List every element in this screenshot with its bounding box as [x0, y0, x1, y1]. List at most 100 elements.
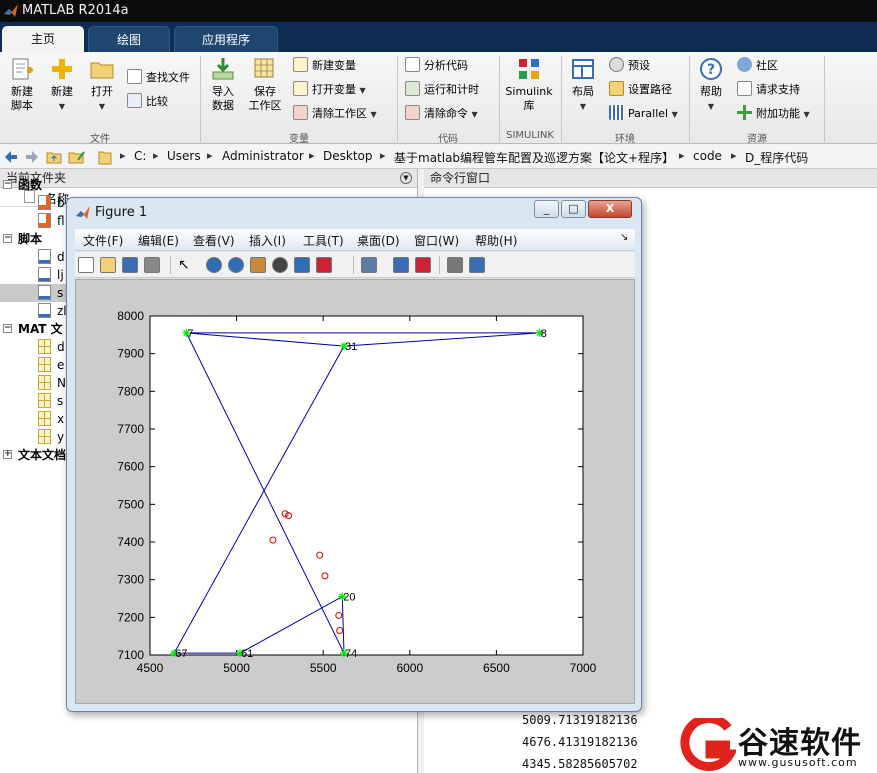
request-support-icon	[737, 81, 752, 96]
collapse-icon[interactable]: −	[3, 234, 12, 243]
data-cursor-icon[interactable]	[294, 257, 310, 273]
menu-window[interactable]: 窗口(W)	[414, 232, 459, 249]
preferences-button[interactable]: 预设	[609, 57, 650, 75]
find-files-button[interactable]: 查找文件	[127, 69, 190, 87]
link-plot-icon[interactable]	[361, 257, 377, 273]
tab-apps[interactable]: 应用程序	[174, 26, 278, 52]
new-script-icon	[12, 58, 33, 80]
plot-axes-box[interactable]	[149, 315, 584, 656]
add-ons-button[interactable]: 附加功能 ▼	[737, 105, 810, 123]
x-tick-label: 6500	[483, 661, 510, 675]
analyze-code-button[interactable]: 分析代码	[405, 57, 468, 75]
folder-open-icon	[90, 62, 114, 79]
breadcrumb-item[interactable]: Administrator	[222, 149, 304, 163]
open-button[interactable]: 打开 ▼	[84, 56, 120, 114]
pan-icon[interactable]	[250, 257, 266, 273]
breadcrumb-item[interactable]: 基于matlab编程管车配置及巡逻方案【论文+程序】	[394, 149, 674, 166]
show-plot-tools-icon[interactable]	[469, 257, 485, 273]
clear-workspace-label: 清除工作区	[312, 107, 367, 120]
new-figure-icon[interactable]	[78, 257, 94, 273]
zoom-in-icon[interactable]	[206, 257, 222, 273]
plus-icon	[52, 59, 72, 79]
open-variable-dropdown-icon[interactable]: ▼	[360, 86, 366, 95]
clear-commands-button[interactable]: 清除命令 ▼	[405, 105, 478, 123]
clear-commands-dropdown-icon[interactable]: ▼	[472, 110, 478, 119]
menu-tools[interactable]: 工具(T)	[303, 232, 344, 249]
community-button[interactable]: 社区	[737, 57, 778, 75]
new-dropdown-icon[interactable]: ▼	[59, 102, 65, 111]
save-icon[interactable]	[122, 257, 138, 273]
clear-workspace-button[interactable]: 清除工作区 ▼	[293, 105, 377, 123]
layout-button[interactable]: 布局 ▼	[565, 56, 601, 114]
brush-icon[interactable]	[316, 257, 332, 273]
breadcrumb-item[interactable]: code	[693, 149, 722, 163]
print-icon[interactable]	[144, 257, 160, 273]
new-variable-button[interactable]: 新建变量	[293, 57, 356, 75]
menu-edit[interactable]: 编辑(E)	[138, 232, 179, 249]
figure-window[interactable]: Figure 1 _ □ X 文件(F) 编辑(E) 查看(V) 插入(I) 工…	[66, 197, 642, 712]
figure-canvas[interactable]: 4500 5000 5500 6000 6500 7000 7100 7200 7300 7400…	[75, 279, 635, 704]
menu-view[interactable]: 查看(V)	[193, 232, 235, 249]
help-dropdown-icon[interactable]: ▼	[708, 102, 714, 111]
breadcrumb-item[interactable]: Desktop	[323, 149, 373, 163]
menu-file[interactable]: 文件(F)	[83, 232, 123, 249]
rotate-icon[interactable]	[272, 257, 288, 273]
root-folder-icon[interactable]	[98, 149, 112, 165]
command-output-line: 4676.41319182136	[522, 735, 638, 749]
hide-plot-tools-icon[interactable]	[447, 257, 463, 273]
expand-icon[interactable]: +	[3, 450, 12, 459]
set-path-button[interactable]: 设置路径	[609, 81, 672, 99]
dock-arrow-icon[interactable]: ↘	[620, 232, 628, 243]
title-bar: MATLAB R2014a	[0, 0, 877, 22]
pointer-icon[interactable]: ↖	[178, 257, 194, 273]
tab-home[interactable]: 主页	[2, 26, 84, 52]
file-name: x	[57, 412, 65, 426]
collapse-icon[interactable]: −	[3, 180, 12, 189]
menu-desktop[interactable]: 桌面(D)	[357, 232, 400, 249]
simulink-library-button[interactable]: Simulink 库	[503, 56, 555, 113]
open-file-icon[interactable]	[100, 257, 116, 273]
open-variable-button[interactable]: 打开变量 ▼	[293, 81, 366, 99]
menu-help[interactable]: 帮助(H)	[475, 232, 517, 249]
help-button[interactable]: ? 帮助 ▼	[693, 56, 729, 114]
maximize-button[interactable]: □	[561, 200, 586, 218]
figure-toolbar: ↖	[75, 252, 635, 278]
request-support-button[interactable]: 请求支持	[737, 81, 800, 99]
add-ons-dropdown-icon[interactable]: ▼	[804, 110, 810, 119]
collapse-icon[interactable]: −	[3, 324, 12, 333]
folder-group-row[interactable]: − 函数	[0, 176, 418, 194]
legend-icon[interactable]	[415, 257, 431, 273]
file-name: b	[57, 196, 65, 210]
y-tick-label: 7900	[117, 347, 144, 361]
close-button[interactable]: X	[588, 200, 632, 218]
watermark: 谷速软件 www.gususoft.com	[674, 712, 877, 773]
new-script-button[interactable]: 新建 脚本	[4, 56, 40, 113]
menu-insert[interactable]: 插入(I)	[249, 232, 286, 249]
parallel-button[interactable]: Parallel ▼	[609, 105, 678, 123]
back-arrow-icon[interactable]	[3, 149, 19, 165]
parallel-dropdown-icon[interactable]: ▼	[672, 110, 678, 119]
open-dropdown-icon[interactable]: ▼	[99, 102, 105, 111]
compare-button[interactable]: 比较	[127, 93, 168, 111]
layout-label: 布局	[572, 85, 594, 98]
breadcrumb-item[interactable]: C:	[134, 149, 146, 163]
route-plot[interactable]: 4500 5000 5500 6000 6500 7000 7100 7200 7300 7400…	[76, 280, 636, 705]
clear-workspace-dropdown-icon[interactable]: ▼	[371, 110, 377, 119]
forward-arrow-icon[interactable]	[24, 149, 40, 165]
matlab-figure-icon	[76, 206, 90, 219]
layout-dropdown-icon[interactable]: ▼	[580, 102, 586, 111]
new-button[interactable]: 新建 ▼	[44, 56, 80, 114]
breadcrumb-item[interactable]: D_程序代码	[745, 149, 808, 166]
run-and-time-button[interactable]: 运行和计时	[405, 81, 479, 99]
tab-plots[interactable]: 绘图	[88, 26, 170, 52]
zoom-out-icon[interactable]	[228, 257, 244, 273]
import-data-button[interactable]: 导入 数据	[205, 56, 241, 113]
up-folder-icon[interactable]	[46, 149, 62, 165]
colorbar-icon[interactable]	[393, 257, 409, 273]
minimize-button[interactable]: _	[534, 200, 559, 218]
save-ws-label-1: 保存	[254, 85, 276, 98]
function-file-icon	[38, 195, 51, 210]
browse-folder-icon[interactable]	[68, 149, 86, 165]
breadcrumb-item[interactable]: Users	[167, 149, 201, 163]
save-workspace-button[interactable]: 保存 工作区	[245, 56, 285, 113]
